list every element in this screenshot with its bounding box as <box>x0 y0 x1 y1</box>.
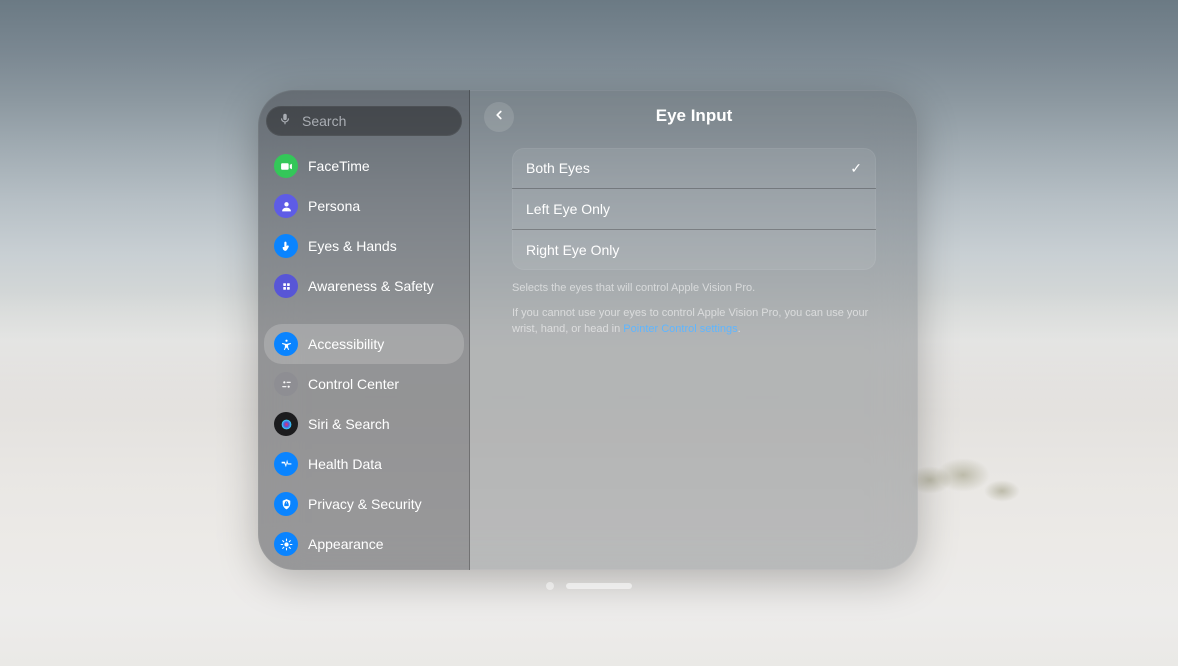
settings-window: FaceTime Persona Eyes & Hands Awareness & S… <box>258 90 918 570</box>
checkmark-icon: ✓ <box>850 160 862 177</box>
search-input[interactable] <box>300 112 450 130</box>
sidebar-list: FaceTime Persona Eyes & Hands Awareness & S… <box>258 146 470 570</box>
sidebar-item-eyes-hands[interactable]: Eyes & Hands <box>264 226 464 266</box>
accessibility-icon <box>274 332 298 356</box>
option-row[interactable]: Both Eyes ✓ <box>512 148 876 188</box>
microphone-icon <box>278 112 292 131</box>
footer-text: Selects the eyes that will control Apple… <box>512 280 876 346</box>
sidebar-item-label: Appearance <box>308 536 384 552</box>
sidebar-item-health[interactable]: Health Data <box>264 444 464 484</box>
sidebar-item-control-center[interactable]: Control Center <box>264 364 464 404</box>
awareness-icon <box>274 274 298 298</box>
option-row[interactable]: Left Eye Only <box>512 188 876 229</box>
siri-icon <box>274 412 298 436</box>
health-icon <box>274 452 298 476</box>
sidebar-item-appearance[interactable]: Appearance <box>264 524 464 564</box>
page-title: Eye Input <box>656 106 733 126</box>
sidebar-group-divider <box>264 306 464 324</box>
back-button[interactable] <box>484 102 514 132</box>
pager-dot[interactable] <box>546 582 554 590</box>
footer-line-2: If you cannot use your eyes to control A… <box>512 305 876 338</box>
search-field[interactable] <box>266 106 462 136</box>
persona-icon <box>274 194 298 218</box>
option-label: Left Eye Only <box>526 201 610 217</box>
pager-handle[interactable] <box>566 583 632 589</box>
sidebar-item-awareness[interactable]: Awareness & Safety <box>264 266 464 306</box>
privacy-icon <box>274 492 298 516</box>
sidebar-item-siri[interactable]: Siri & Search <box>264 404 464 444</box>
eyes-hands-icon <box>274 234 298 258</box>
detail-header: Eye Input <box>470 90 918 142</box>
wallpaper-detail <box>984 480 1020 502</box>
sidebar-item-label: Siri & Search <box>308 416 390 432</box>
sidebar-item-facetime[interactable]: FaceTime <box>264 146 464 186</box>
sidebar-item-label: Awareness & Safety <box>308 278 434 294</box>
sidebar: FaceTime Persona Eyes & Hands Awareness & S… <box>258 90 470 570</box>
sidebar-item-label: Privacy & Security <box>308 496 422 512</box>
option-label: Both Eyes <box>526 160 590 176</box>
footer-line-1: Selects the eyes that will control Apple… <box>512 280 876 297</box>
appearance-icon <box>274 532 298 556</box>
chevron-left-icon <box>492 108 506 127</box>
option-label: Right Eye Only <box>526 242 619 258</box>
sidebar-item-label: Accessibility <box>308 336 384 352</box>
facetime-icon <box>274 154 298 178</box>
sidebar-item-label: Persona <box>308 198 360 214</box>
sidebar-item-label: Control Center <box>308 376 399 392</box>
options-list: Both Eyes ✓ Left Eye Only Right Eye Only <box>512 148 876 270</box>
sidebar-item-label: Health Data <box>308 456 382 472</box>
sidebar-item-persona[interactable]: Persona <box>264 186 464 226</box>
sidebar-item-accessibility[interactable]: Accessibility <box>264 324 464 364</box>
sidebar-item-privacy[interactable]: Privacy & Security <box>264 484 464 524</box>
window-pager <box>546 582 632 590</box>
sidebar-item-label: Eyes & Hands <box>308 238 397 254</box>
pointer-control-link[interactable]: Pointer Control settings <box>623 323 737 335</box>
sidebar-item-label: FaceTime <box>308 158 370 174</box>
detail-pane: Eye Input Both Eyes ✓ Left Eye Only Right E… <box>470 90 918 570</box>
control-center-icon <box>274 372 298 396</box>
option-row[interactable]: Right Eye Only <box>512 229 876 270</box>
